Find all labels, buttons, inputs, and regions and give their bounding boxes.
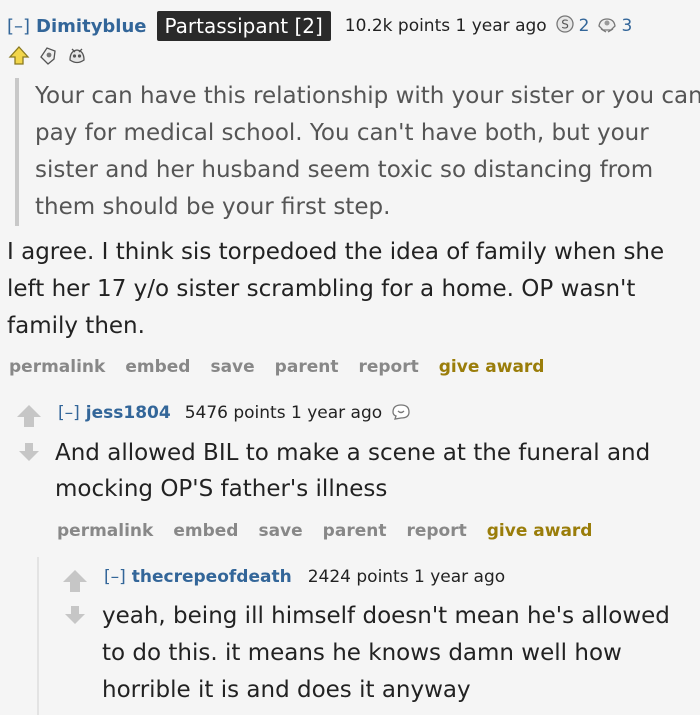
comment-body: yeah, being ill himself doesn't mean he'… [102, 603, 670, 703]
silver-award-icon[interactable] [65, 44, 89, 72]
comment-buttons: permalink embed save parent report give … [9, 357, 544, 377]
author-link[interactable]: Dimityblue [36, 16, 146, 37]
parent-button[interactable]: parent [323, 521, 387, 541]
author-link[interactable]: thecrepeofdeath [132, 567, 292, 587]
award-count: 2 [578, 16, 590, 36]
report-button[interactable]: report [358, 357, 418, 377]
helpful-award-icon[interactable] [36, 44, 60, 72]
author-link[interactable]: jess1804 [86, 403, 171, 423]
upvote-arrow-icon[interactable] [62, 569, 88, 597]
downvote-arrow-icon[interactable] [64, 605, 86, 629]
permalink-button[interactable]: permalink [9, 357, 105, 377]
comment-buttons: permalink embed save parent report give … [57, 521, 592, 541]
give-award-button[interactable]: give award [439, 357, 545, 377]
svg-text:S: S [561, 17, 569, 31]
comment-tagline: [–] Dimityblue Partassipant [2] 10.2k po… [7, 10, 632, 42]
user-flair: Partassipant [2] [156, 11, 331, 41]
collapse-toggle[interactable]: [–] [58, 403, 80, 423]
silver-award-icon[interactable]: S [555, 14, 575, 39]
wholesome-award-icon[interactable] [7, 44, 31, 72]
permalink-button[interactable]: permalink [57, 521, 153, 541]
silver-award-icon[interactable] [390, 401, 412, 426]
save-button[interactable]: save [258, 521, 302, 541]
save-button[interactable]: save [210, 357, 254, 377]
comment-tagline: [–] jess1804 5476 points 1 year ago [58, 400, 412, 426]
comment-tagline: [–] thecrepeofdeath 2424 points 1 year a… [104, 564, 505, 590]
helpful-award-icon[interactable] [596, 14, 618, 39]
score-time: 10.2k points 1 year ago [344, 16, 547, 36]
score-time: 2424 points 1 year ago [307, 567, 506, 587]
give-award-button[interactable]: give award [487, 521, 593, 541]
award-count: 3 [621, 16, 633, 36]
score-time: 5476 points 1 year ago [184, 403, 383, 423]
collapse-toggle[interactable]: [–] [104, 567, 126, 587]
comment-body: And allowed BIL to make a scene at the f… [55, 440, 651, 502]
downvote-arrow-icon[interactable] [18, 442, 40, 466]
embed-button[interactable]: embed [125, 357, 190, 377]
thread-border [37, 557, 39, 715]
parent-button[interactable]: parent [275, 357, 339, 377]
embed-button[interactable]: embed [173, 521, 238, 541]
award-row [7, 44, 89, 72]
comment-body: I agree. I think sis torpedoed the idea … [7, 239, 665, 339]
upvote-arrow-icon[interactable] [16, 404, 42, 432]
collapse-toggle[interactable]: [–] [7, 16, 30, 37]
report-button[interactable]: report [406, 521, 466, 541]
quoted-text: Your can have this relationship with you… [15, 78, 700, 226]
